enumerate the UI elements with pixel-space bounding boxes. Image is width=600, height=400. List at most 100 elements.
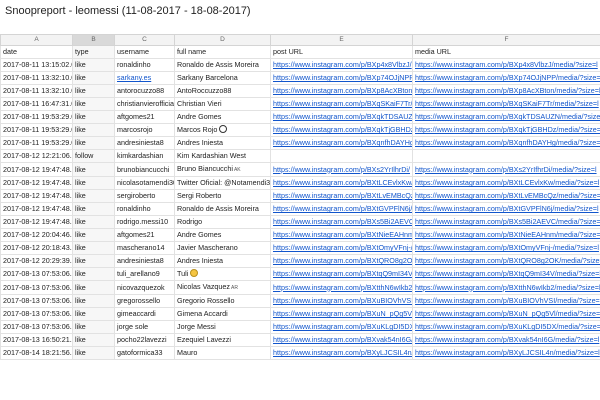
cell-date[interactable]: 2017-08-11 13:32:10.0	[0, 71, 73, 85]
media-url-text[interactable]: https://www.instagram.com/p/BXqkTDSAUZN/…	[415, 112, 600, 121]
column-header-a[interactable]: A	[0, 34, 73, 46]
media-url-text[interactable]: https://www.instagram.com/p/BXtqQ9mI34V/…	[415, 269, 600, 278]
cell-username[interactable]: sergiroberto	[114, 189, 175, 203]
cell-full-name[interactable]: Nicolas VazquezAR	[174, 280, 271, 295]
cell-username[interactable]: ronaldinho	[114, 58, 175, 72]
media-url-text[interactable]: https://www.instagram.com/p/BXuN_pQg5Vl/…	[415, 309, 600, 318]
post-url-text[interactable]: https://www.instagram.com/p/BXqkTjGBHDz/	[273, 125, 412, 134]
cell-type[interactable]: like	[72, 189, 115, 203]
cell-media-url[interactable]: https://www.instagram.com/p/BXvak54nI6G/…	[412, 333, 600, 347]
cell-username[interactable]: christianvierofficial	[114, 97, 175, 111]
cell-post-url[interactable]: https://www.instagram.com/p/BXp8AcXBton/	[270, 84, 413, 98]
cell-username[interactable]: aftgomes21	[114, 110, 175, 124]
cell-date[interactable]: 2017-08-12 19:47:48.0	[0, 162, 73, 177]
cell-media-url[interactable]	[412, 149, 600, 163]
cell-type[interactable]: like	[72, 241, 115, 255]
cell-type[interactable]: like	[72, 254, 115, 268]
cell-media-url[interactable]: https://www.instagram.com/p/BXtQRO8g2OK/…	[412, 254, 600, 268]
media-url-text[interactable]: https://www.instagram.com/p/BXp74OJjNPP/…	[415, 73, 600, 82]
cell-full-name[interactable]: Andre Gomes	[174, 228, 271, 242]
media-url-text[interactable]: https://www.instagram.com/p/BXqSKaiF7Tr/…	[415, 99, 599, 108]
cell-username[interactable]: rodrigo.messi10	[114, 215, 175, 229]
header-cell-date[interactable]: date	[0, 45, 73, 59]
media-url-text[interactable]: https://www.instagram.com/p/BXuKLgDI5DX/…	[415, 322, 600, 331]
media-url-text[interactable]: https://www.instagram.com/p/BXtLvEMBcQz/…	[415, 191, 600, 200]
cell-type[interactable]: like	[72, 320, 115, 334]
media-url-text[interactable]: https://www.instagram.com/p/BXtQRO8g2OK/…	[415, 256, 600, 265]
cell-date[interactable]: 2017-08-11 13:15:02.0	[0, 58, 73, 72]
cell-date[interactable]: 2017-08-12 20:29:39.0	[0, 254, 73, 268]
post-url-text[interactable]: https://www.instagram.com/p/BXuKLgDI5DX/	[273, 322, 412, 331]
cell-date[interactable]: 2017-08-11 19:53:29.0	[0, 110, 73, 124]
cell-full-name[interactable]: Sergi Roberto	[174, 189, 271, 203]
cell-post-url[interactable]: https://www.instagram.com/p/BXqSKaiF7Tr/	[270, 97, 413, 111]
cell-username[interactable]: jorge sole	[114, 320, 175, 334]
cell-username[interactable]: andresiniesta8	[114, 136, 175, 150]
cell-media-url[interactable]: https://www.instagram.com/p/BXtGVPFlN6j/…	[412, 202, 600, 216]
cell-username[interactable]: gimeaccardi	[114, 307, 175, 321]
cell-type[interactable]: like	[72, 110, 115, 124]
cell-date[interactable]: 2017-08-11 19:53:29.0	[0, 136, 73, 150]
media-url-text[interactable]: https://www.instagram.com/p/BXtGVPFlN6j/…	[415, 204, 599, 213]
post-url-text[interactable]: https://www.instagram.com/p/BXtLCEvlxKw/	[273, 178, 412, 187]
post-url-text[interactable]: https://www.instagram.com/p/BXtQRO8g2OK/	[273, 256, 412, 265]
post-url-text[interactable]: https://www.instagram.com/p/BXp4x8VlbzJ/	[273, 60, 412, 69]
post-url-text[interactable]: https://www.instagram.com/p/BXuN_pQg5Vl/	[273, 309, 412, 318]
cell-full-name[interactable]: Andre Gomes	[174, 110, 271, 124]
cell-username[interactable]: sarkany.es	[114, 71, 175, 85]
media-url-text[interactable]: https://www.instagram.com/p/BXp8AcXBton/…	[415, 86, 600, 95]
cell-post-url[interactable]: https://www.instagram.com/p/BXvak54nI6G/	[270, 333, 413, 347]
cell-type[interactable]: like	[72, 97, 115, 111]
cell-post-url[interactable]: https://www.instagram.com/p/BXtNieEAHnm/	[270, 228, 413, 242]
cell-post-url[interactable]: https://www.instagram.com/p/BXuN_pQg5Vl/	[270, 307, 413, 321]
cell-full-name[interactable]: Marcos Rojo	[174, 123, 271, 137]
media-url-text[interactable]: https://www.instagram.com/p/BXtLCEvlxKw/…	[415, 178, 599, 187]
cell-media-url[interactable]: https://www.instagram.com/p/BXtLCEvlxKw/…	[412, 176, 600, 190]
cell-post-url[interactable]: https://www.instagram.com/p/BXuKLgDI5DX/	[270, 320, 413, 334]
cell-post-url[interactable]: https://www.instagram.com/p/BXtGVPFlN6j/	[270, 202, 413, 216]
cell-type[interactable]: like	[72, 228, 115, 242]
cell-media-url[interactable]: https://www.instagram.com/p/BXs2YrIfhrDi…	[412, 162, 600, 177]
post-url-text[interactable]: https://www.instagram.com/p/BXs2YrIlhrDi…	[273, 165, 410, 174]
cell-type[interactable]: like	[72, 84, 115, 98]
cell-username[interactable]: nicovazquezok	[114, 280, 175, 295]
cell-date[interactable]: 2017-08-12 19:47:48.0	[0, 202, 73, 216]
cell-media-url[interactable]: https://www.instagram.com/p/BXtthN6wIkb2…	[412, 280, 600, 295]
header-cell-type[interactable]: type	[72, 45, 115, 59]
cell-username[interactable]: gatoformica33	[114, 346, 175, 360]
cell-post-url[interactable]: https://www.instagram.com/p/BXuBIOVhVSI/	[270, 294, 413, 308]
cell-media-url[interactable]: https://www.instagram.com/p/BXyLJCSIL4n/…	[412, 346, 600, 360]
cell-media-url[interactable]: https://www.instagram.com/p/BXuN_pQg5Vl/…	[412, 307, 600, 321]
cell-full-name[interactable]: Andres Iniesta	[174, 254, 271, 268]
post-url-text[interactable]: https://www.instagram.com/p/BXp74OJjNPP/	[273, 73, 412, 82]
post-url-text[interactable]: https://www.instagram.com/p/BXuBIOVhVSI/	[273, 296, 412, 305]
cell-type[interactable]: like	[72, 333, 115, 347]
post-url-text[interactable]: https://www.instagram.com/p/BXtGVPFlN6j/	[273, 204, 412, 213]
cell-full-name[interactable]: Gregorio Rossello	[174, 294, 271, 308]
post-url-text[interactable]: https://www.instagram.com/p/BXyLJCSIL4n/	[273, 348, 412, 357]
cell-username[interactable]: antorocuzzo88	[114, 84, 175, 98]
cell-date[interactable]: 2017-08-12 20:04:46.0	[0, 228, 73, 242]
column-header-d[interactable]: D	[174, 34, 271, 46]
media-url-text[interactable]: https://www.instagram.com/p/BXyLJCSIL4n/…	[415, 348, 600, 357]
cell-post-url[interactable]	[270, 149, 413, 163]
cell-media-url[interactable]: https://www.instagram.com/p/BXqkTDSAUZN/…	[412, 110, 600, 124]
cell-username[interactable]: andresiniesta8	[114, 254, 175, 268]
cell-post-url[interactable]: https://www.instagram.com/p/BXtLvEMBcQz/	[270, 189, 413, 203]
cell-type[interactable]: like	[72, 267, 115, 281]
cell-post-url[interactable]: https://www.instagram.com/p/BXtOmyVFnj-/	[270, 241, 413, 255]
cell-date[interactable]: 2017-08-13 07:53:06.0	[0, 294, 73, 308]
cell-full-name[interactable]: Javier Mascherano	[174, 241, 271, 255]
cell-full-name[interactable]: Jorge Messi	[174, 320, 271, 334]
cell-post-url[interactable]: https://www.instagram.com/p/BXqnfhDAYHg/	[270, 136, 413, 150]
cell-media-url[interactable]: https://www.instagram.com/p/BXqnfhDAYHg/…	[412, 136, 600, 150]
cell-username[interactable]: ronaldinho	[114, 202, 175, 216]
media-url-text[interactable]: https://www.instagram.com/p/BXqnfhDAYHg/…	[415, 138, 600, 147]
cell-full-name[interactable]: Tuli	[174, 267, 271, 281]
cell-full-name[interactable]: Gimena Accardi	[174, 307, 271, 321]
cell-type[interactable]: like	[72, 280, 115, 295]
cell-media-url[interactable]: https://www.instagram.com/p/BXtNieEAHnm/…	[412, 228, 600, 242]
cell-media-url[interactable]: https://www.instagram.com/p/BXp4x8VlbzJ/…	[412, 58, 600, 72]
cell-media-url[interactable]: https://www.instagram.com/p/BXuBIOVhVSI/…	[412, 294, 600, 308]
cell-post-url[interactable]: https://www.instagram.com/p/BXs5Bi2AEVC/	[270, 215, 413, 229]
